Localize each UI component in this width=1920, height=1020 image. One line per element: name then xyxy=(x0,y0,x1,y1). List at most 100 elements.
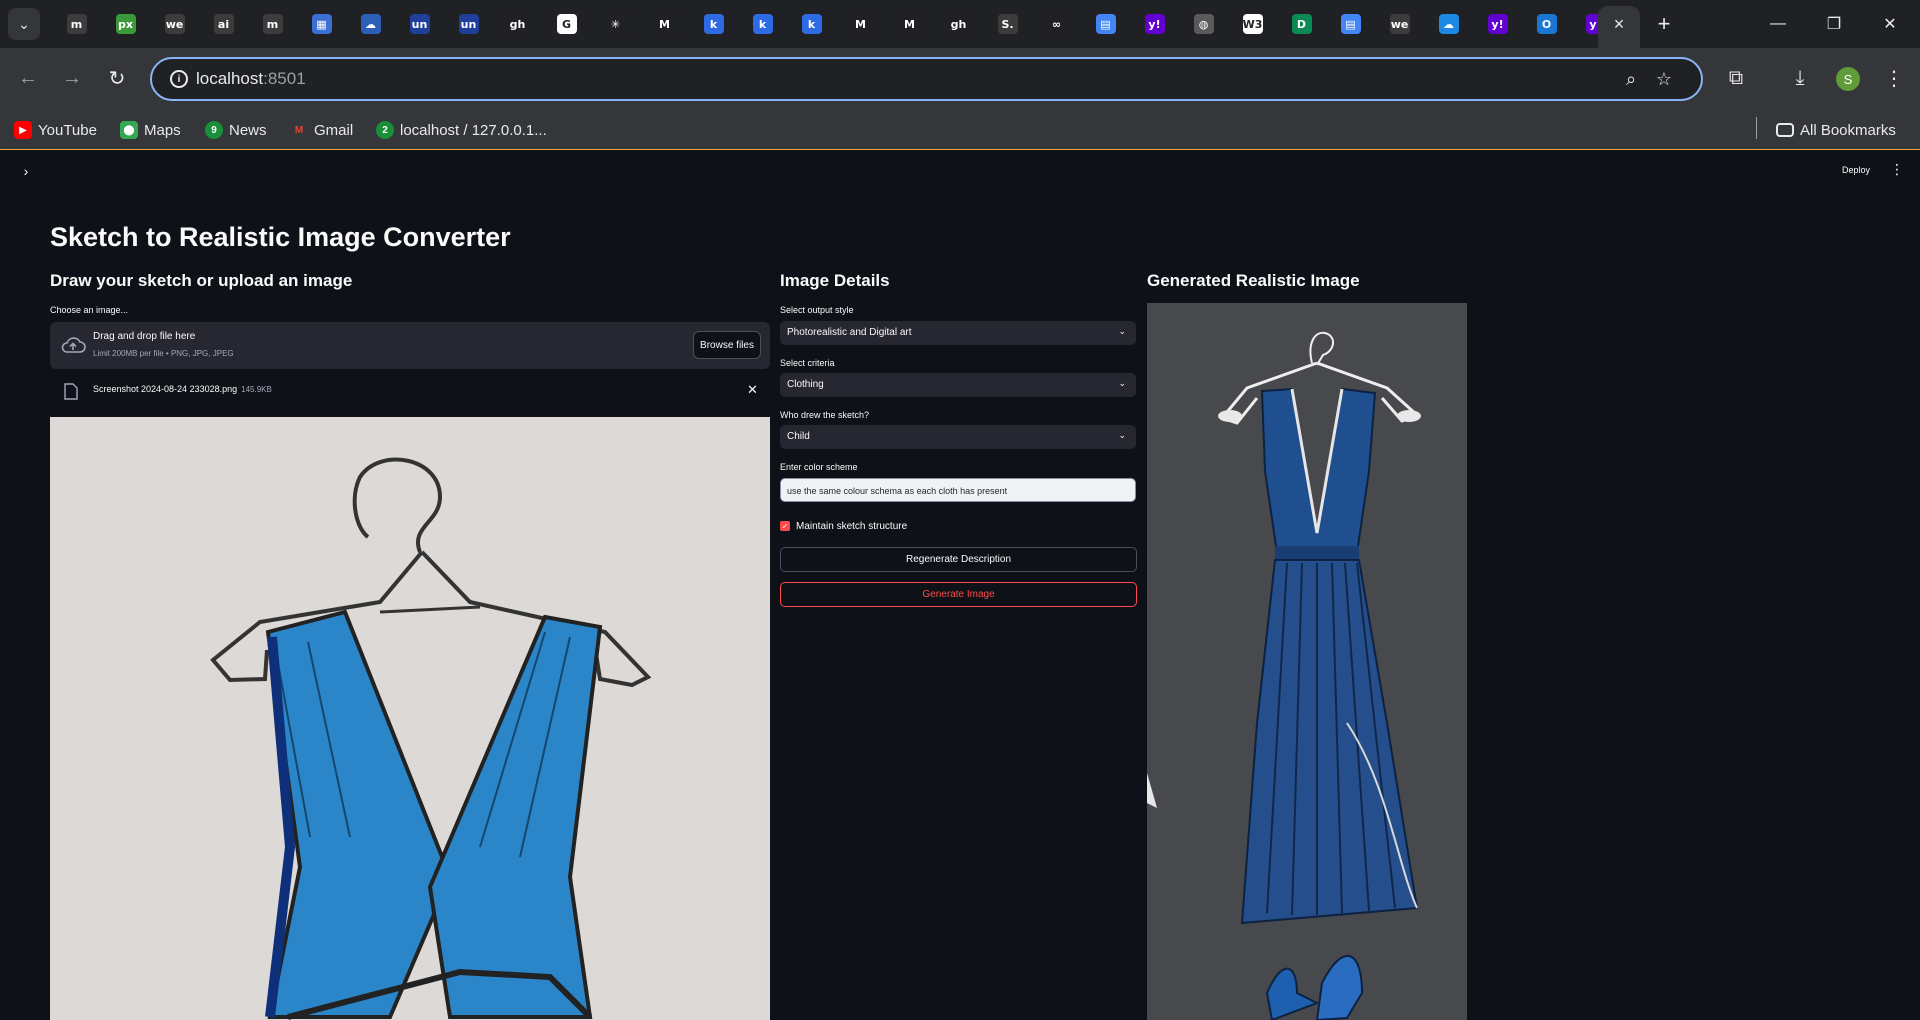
browser-tab[interactable]: gh xyxy=(493,12,542,36)
download-icon[interactable]: ⤓ xyxy=(1786,64,1814,92)
forward-icon[interactable]: → xyxy=(56,62,88,94)
tab-favicon-icon: y! xyxy=(1487,14,1508,34)
regenerate-description-button[interactable]: Regenerate Description xyxy=(780,547,1137,572)
browser-tab[interactable]: ☁ xyxy=(1424,12,1473,36)
browser-tab[interactable]: S. xyxy=(983,12,1032,36)
details-section-heading: Image Details xyxy=(780,271,890,290)
avatar[interactable]: S xyxy=(1836,67,1860,91)
browser-tab[interactable]: ◍ xyxy=(1179,12,1228,36)
youtube-icon: ▶ xyxy=(14,121,32,139)
generated-image xyxy=(1147,303,1467,1020)
sidebar-toggle-icon[interactable]: › xyxy=(18,163,34,179)
browser-tab[interactable]: ai xyxy=(199,12,248,36)
browse-files-button[interactable]: Browse files xyxy=(693,331,761,359)
bookmark-gmail[interactable]: M Gmail xyxy=(290,120,353,140)
maps-icon: ⬤ xyxy=(120,121,138,139)
who-drew-select[interactable]: Child ⌄ xyxy=(780,425,1136,449)
uploaded-sketch-image xyxy=(50,417,770,1020)
browser-tab[interactable]: m xyxy=(52,12,101,36)
tab-favicon-icon: ai xyxy=(213,14,234,34)
browser-tab[interactable]: ▦ xyxy=(297,12,346,36)
file-icon xyxy=(64,383,78,400)
all-bookmarks[interactable]: All Bookmarks xyxy=(1776,120,1896,140)
tab-favicon-icon: m xyxy=(262,14,283,34)
browser-tab[interactable]: ✳ xyxy=(591,12,640,36)
browser-tab[interactable]: k xyxy=(787,12,836,36)
cloud-upload-icon xyxy=(61,337,86,353)
file-dropzone[interactable]: Drag and drop file here Limit 200MB per … xyxy=(50,322,770,369)
browser-tab[interactable]: px xyxy=(101,12,150,36)
minimize-icon[interactable]: — xyxy=(1758,10,1798,38)
browser-tab[interactable]: m xyxy=(248,12,297,36)
tab-favicon-icon: D xyxy=(1291,14,1312,34)
uploaded-file-size: 145.9KB xyxy=(241,385,272,394)
page-title: Sketch to Realistic Image Converter xyxy=(50,222,511,252)
browser-tab[interactable]: W3 xyxy=(1228,12,1277,36)
bookmark-star-icon[interactable]: ☆ xyxy=(1652,67,1676,91)
browser-tab[interactable]: M xyxy=(640,12,689,36)
browser-tab[interactable]: y! xyxy=(1130,12,1179,36)
close-tab-icon[interactable]: × xyxy=(1608,12,1630,36)
tab-favicon-icon: ▤ xyxy=(1095,14,1116,34)
new-tab-button[interactable]: + xyxy=(1650,10,1678,38)
browser-tab[interactable]: G xyxy=(542,12,591,36)
browser-tab[interactable]: we xyxy=(1375,12,1424,36)
browser-tab[interactable]: M xyxy=(885,12,934,36)
browser-tab[interactable]: un xyxy=(444,12,493,36)
bookmark-localhost[interactable]: 2 localhost / 127.0.0.1... xyxy=(376,120,547,140)
tab-favicon-icon: ✳ xyxy=(605,14,626,34)
tab-favicon-icon: un xyxy=(409,14,430,34)
close-window-icon[interactable]: ✕ xyxy=(1870,10,1910,38)
tab-favicon-icon: un xyxy=(458,14,479,34)
browser-tab[interactable]: ∞ xyxy=(1032,12,1081,36)
bookmark-maps[interactable]: ⬤ Maps xyxy=(120,120,181,140)
tab-list: m px we ai m ▦ ☁ un un gh G ✳ Mk k k M Mgh S. ∞ ▤ y! ◍ W3 D ▤ we ☁… xyxy=(52,12,1620,36)
bookmark-youtube[interactable]: ▶ YouTube xyxy=(14,120,97,140)
folder-icon xyxy=(1776,123,1794,137)
tab-favicon-icon: m xyxy=(66,14,87,34)
tab-search-button[interactable]: ⌄ xyxy=(8,8,40,40)
url-text: localhost:8501 xyxy=(196,69,306,88)
bookmark-news[interactable]: 9 News xyxy=(205,120,267,140)
sketch-section-heading: Draw your sketch or upload an image xyxy=(50,271,353,290)
reload-icon[interactable]: ↻ xyxy=(101,62,133,94)
site-info-icon[interactable]: i xyxy=(170,70,188,88)
browser-menu-icon[interactable]: ⋮ xyxy=(1880,64,1908,92)
remove-file-icon[interactable]: ✕ xyxy=(747,382,758,398)
browser-tab[interactable]: O xyxy=(1522,12,1571,36)
extensions-icon[interactable]: ⧉ xyxy=(1722,64,1750,92)
tab-favicon-icon: k xyxy=(703,14,724,34)
browser-tab[interactable]: D xyxy=(1277,12,1326,36)
criteria-label: Select criteria xyxy=(780,358,835,368)
deploy-button[interactable]: Deploy xyxy=(1842,165,1870,175)
browser-tab[interactable]: ▤ xyxy=(1081,12,1130,36)
tab-favicon-icon: ☁ xyxy=(360,14,381,34)
restore-icon[interactable]: ❐ xyxy=(1814,10,1854,38)
browser-tab[interactable]: y! xyxy=(1473,12,1522,36)
browser-tab[interactable]: un xyxy=(395,12,444,36)
tab-favicon-icon: W3 xyxy=(1242,14,1263,34)
zoom-icon[interactable]: ⌕ xyxy=(1619,67,1643,91)
browser-tab[interactable]: k xyxy=(689,12,738,36)
tab-favicon-icon: k xyxy=(752,14,773,34)
color-scheme-field[interactable] xyxy=(780,478,1136,502)
criteria-select[interactable]: Clothing ⌄ xyxy=(780,373,1136,397)
upload-label: Choose an image... xyxy=(50,305,129,315)
color-scheme-input[interactable] xyxy=(787,483,1127,498)
browser-tab[interactable]: ☁ xyxy=(346,12,395,36)
browser-tab[interactable]: we xyxy=(150,12,199,36)
output-style-select[interactable]: Photorealistic and Digital art ⌄ xyxy=(780,321,1136,345)
browser-tab[interactable]: gh xyxy=(934,12,983,36)
maintain-structure-checkbox[interactable]: ✓ xyxy=(780,521,790,531)
dropzone-sub-text: Limit 200MB per file • PNG, JPG, JPEG xyxy=(93,349,234,358)
localhost-icon: 2 xyxy=(376,121,394,139)
chevron-down-icon: ⌄ xyxy=(18,15,30,32)
browser-tab[interactable]: ▤ xyxy=(1326,12,1375,36)
check-icon: ✓ xyxy=(781,521,789,531)
browser-tab[interactable]: k xyxy=(738,12,787,36)
back-icon[interactable]: ← xyxy=(12,62,44,94)
browser-tab[interactable]: M xyxy=(836,12,885,36)
address-bar[interactable]: i localhost:8501 ⌕ ☆ xyxy=(150,57,1703,101)
app-menu-icon[interactable]: ⋮ xyxy=(1890,161,1904,178)
generate-image-button[interactable]: Generate Image xyxy=(780,582,1137,607)
